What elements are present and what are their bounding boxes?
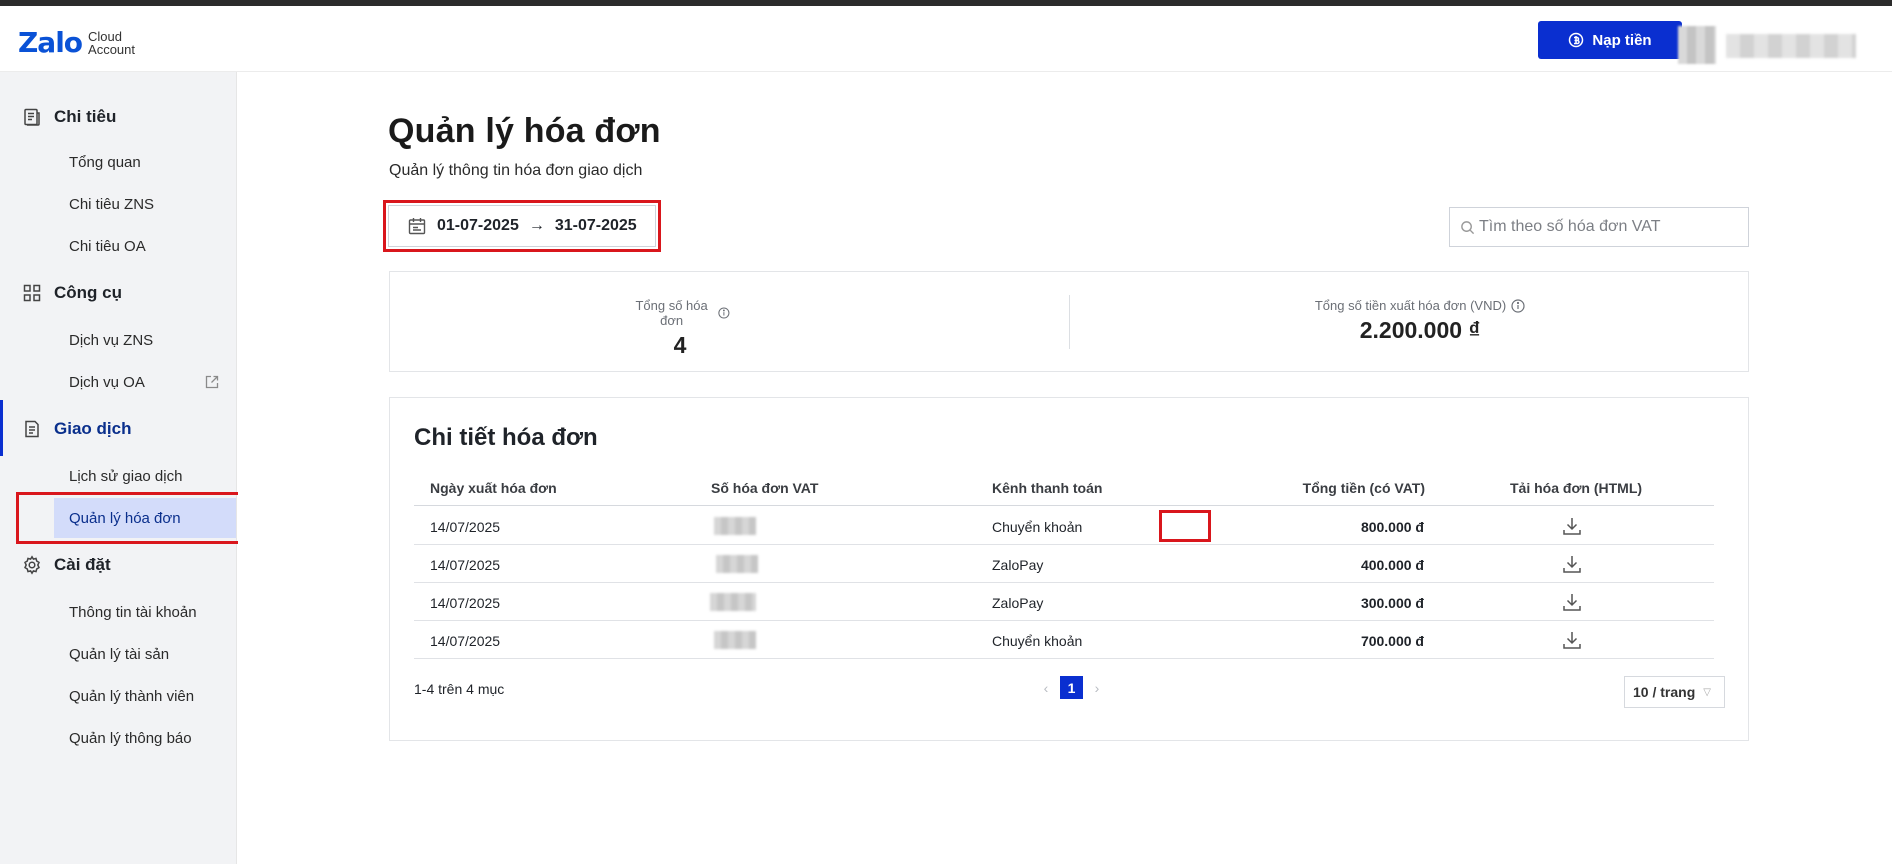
column-header-total: Tổng tiền (có VAT) xyxy=(1302,480,1425,496)
table-row: 14/07/2025 Chuyển khoản 700.000 đ xyxy=(414,621,1714,659)
zalo-logo[interactable]: Zalo Cloud Account xyxy=(18,26,135,59)
gear-icon xyxy=(24,555,40,575)
page-size-select[interactable]: 10 / trang ▽ xyxy=(1624,676,1725,708)
avatar[interactable] xyxy=(1678,26,1716,64)
cell-date: 14/07/2025 xyxy=(430,519,501,535)
sidebar-item-dich-vu-zns[interactable]: Dịch vụ ZNS xyxy=(54,320,237,360)
document-icon xyxy=(25,420,39,438)
column-header-vat-number: Số hóa đơn VAT xyxy=(711,480,819,496)
stat-label-total-amount: Tổng số tiền xuất hóa đơn (VND) xyxy=(1290,298,1550,313)
date-arrow: → xyxy=(528,217,545,234)
table-row: 14/07/2025 ZaloPay 300.000 đ xyxy=(414,583,1714,621)
user-name-redacted[interactable] xyxy=(1726,34,1856,58)
sidebar-item-lich-su-giao-dich[interactable]: Lịch sử giao dịch xyxy=(54,456,237,496)
logo-subtitle: Cloud Account xyxy=(88,30,135,56)
stat-total-amount: Tổng số tiền xuất hóa đơn (VND) 2.200.00… xyxy=(1290,298,1550,344)
stat-label-text: Tổng số hóa đơn xyxy=(635,298,708,328)
nav-section-chi-tieu[interactable]: Chi tiêu xyxy=(0,96,237,138)
column-header-download: Tải hóa đơn (HTML) xyxy=(1510,480,1643,496)
pagination: ‹ 1 › xyxy=(1038,676,1105,699)
date-to: 31-07-2025 xyxy=(554,217,637,234)
logo-sub-line-2: Account xyxy=(88,41,136,57)
calendar-icon xyxy=(408,218,426,235)
sidebar-item-quan-ly-thong-bao[interactable]: Quản lý thông báo xyxy=(54,718,237,758)
sidebar-item-quan-ly-thanh-vien[interactable]: Quản lý thành viên xyxy=(54,676,237,716)
external-link-icon[interactable] xyxy=(204,374,220,390)
info-icon[interactable] xyxy=(1511,298,1525,313)
invoice-detail-card: Chi tiết hóa đơn Ngày xuất hóa đơn Số hó… xyxy=(389,397,1749,741)
nav-section-label: Chi tiêu xyxy=(54,107,117,126)
detail-title: Chi tiết hóa đơn xyxy=(414,424,598,451)
search-icon xyxy=(1461,220,1475,234)
cell-channel: Chuyển khoản xyxy=(992,519,1083,535)
vat-number-redacted xyxy=(716,555,758,573)
coin-icon xyxy=(1569,32,1584,48)
vat-number-redacted xyxy=(710,593,756,611)
cell-amount: 700.000 đ xyxy=(1360,633,1424,649)
stat-value-total-invoices: 4 xyxy=(673,332,687,358)
pager-info: 1-4 trên 4 mục xyxy=(414,681,505,697)
nav-section-giao-dich[interactable]: Giao dịch xyxy=(0,400,237,456)
date-range-picker[interactable]: 01-07-2025 → 31-07-2025 xyxy=(388,205,656,247)
download-icon[interactable] xyxy=(1560,552,1584,576)
summary-divider xyxy=(1069,295,1070,349)
column-header-channel: Kênh thanh toán xyxy=(992,480,1103,496)
topup-button[interactable]: Nạp tiền xyxy=(1538,21,1682,59)
cell-amount: 400.000 đ xyxy=(1360,557,1424,573)
sidebar-item-chi-tieu-zns[interactable]: Chi tiêu ZNS xyxy=(54,184,237,224)
summary-card: Tổng số hóa đơn 4 Tổng số tiền xuất hóa … xyxy=(389,271,1749,372)
table-row: 14/07/2025 Chuyển khoản 800.000 đ xyxy=(414,507,1714,545)
table-header: Ngày xuất hóa đơn Số hóa đơn VAT Kênh th… xyxy=(414,470,1714,506)
stat-total-invoices: Tổng số hóa đơn 4 xyxy=(630,298,730,359)
nav-section-cai-dat[interactable]: Cài đặt xyxy=(0,544,237,586)
stat-value-total-amount: 2.200.000 ₫ xyxy=(1359,317,1481,343)
date-from: 01-07-2025 xyxy=(437,217,519,234)
download-icon[interactable] xyxy=(1560,514,1584,538)
stat-label-text: Tổng số tiền xuất hóa đơn (VND) xyxy=(1314,298,1507,313)
cell-amount: 300.000 đ xyxy=(1360,595,1424,611)
cell-channel: ZaloPay xyxy=(992,595,1044,611)
sidebar-item-quan-ly-tai-san[interactable]: Quản lý tài sản xyxy=(54,634,237,674)
chevron-down-icon: ▽ xyxy=(1703,686,1711,698)
cell-amount: 800.000 đ xyxy=(1360,519,1424,535)
page-number-button[interactable]: 1 xyxy=(1060,676,1083,699)
sidebar-item-chi-tieu-oa[interactable]: Chi tiêu OA xyxy=(54,226,237,266)
app-header: Zalo Cloud Account Nạp tiền xyxy=(0,6,1892,72)
nav-section-label: Công cụ xyxy=(54,283,122,302)
cell-channel: Chuyển khoản xyxy=(992,633,1083,649)
topup-label: Nạp tiền xyxy=(1592,31,1652,49)
page-size-value: 10 / trang xyxy=(1633,684,1696,700)
table-row: 14/07/2025 ZaloPay 400.000 đ xyxy=(414,545,1714,583)
column-header-date: Ngày xuất hóa đơn xyxy=(430,480,557,496)
logo-mark: Zalo xyxy=(18,26,83,59)
receipt-icon xyxy=(24,108,40,126)
chevron-right-icon[interactable]: › xyxy=(1089,680,1105,696)
vat-number-redacted xyxy=(714,631,756,649)
download-icon[interactable] xyxy=(1560,628,1584,652)
chevron-left-icon[interactable]: ‹ xyxy=(1038,680,1054,696)
nav-section-label: Cài đặt xyxy=(54,555,111,574)
search-box[interactable] xyxy=(1449,207,1749,247)
vat-number-redacted xyxy=(714,517,756,535)
nav-section-cong-cu[interactable]: Công cụ xyxy=(0,272,237,314)
grid-icon xyxy=(23,284,41,302)
download-icon[interactable] xyxy=(1560,590,1584,614)
sidebar-item-tong-quan[interactable]: Tổng quan xyxy=(54,142,237,182)
stat-label-total-invoices: Tổng số hóa đơn xyxy=(630,298,730,328)
page-title: Quản lý hóa đơn xyxy=(388,112,661,150)
page-subtitle: Quản lý thông tin hóa đơn giao dịch xyxy=(389,162,643,179)
info-icon[interactable] xyxy=(718,306,730,320)
cell-date: 14/07/2025 xyxy=(430,633,501,649)
search-input[interactable] xyxy=(1479,218,1739,236)
nav-section-label: Giao dịch xyxy=(54,419,132,438)
sidebar-item-thong-tin-tai-khoan[interactable]: Thông tin tài khoản xyxy=(54,592,237,632)
cell-date: 14/07/2025 xyxy=(430,595,501,611)
cell-date: 14/07/2025 xyxy=(430,557,501,573)
cell-channel: ZaloPay xyxy=(992,557,1044,573)
